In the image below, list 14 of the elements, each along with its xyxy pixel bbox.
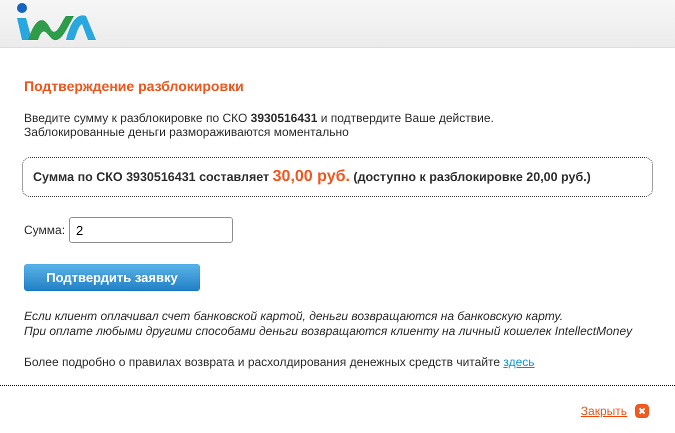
close-link[interactable]: Закрыть: [580, 402, 627, 420]
intro-text: Введите сумму к разблокировке по СКО 3930516431 и подтвердите Ваше действие.: [24, 111, 495, 125]
summary-text: Сумма по СКО 3930516431 составляет 30,00 руб. (доступно к разблокировке 20,00 руб.): [33, 167, 591, 187]
dialog-title: Подтверждение разблокировки: [24, 77, 245, 96]
close-icon[interactable]: [635, 404, 649, 418]
note-text: При оплате любыми другими способами деньги возвращаются клиенту на личный кошелек IntellectMoney: [24, 324, 634, 339]
amount-label: Сумма:: [24, 222, 66, 239]
submit-button[interactable]: Подтвердить заявку: [24, 264, 200, 291]
note-text: Если клиент оплачивал счет банковской картой, деньги возвращаются на банковскую карту.: [24, 309, 564, 324]
intro-text: Заблокированные деньги размораживаются моментально: [24, 125, 350, 139]
amount-input[interactable]: 2: [69, 217, 234, 243]
info-text: Более подробно о правилах возврата и расхолдирования денежных средств читайте здесь: [24, 354, 536, 371]
logo-icon: [14, 2, 98, 42]
details-link[interactable]: здесь: [503, 355, 535, 369]
